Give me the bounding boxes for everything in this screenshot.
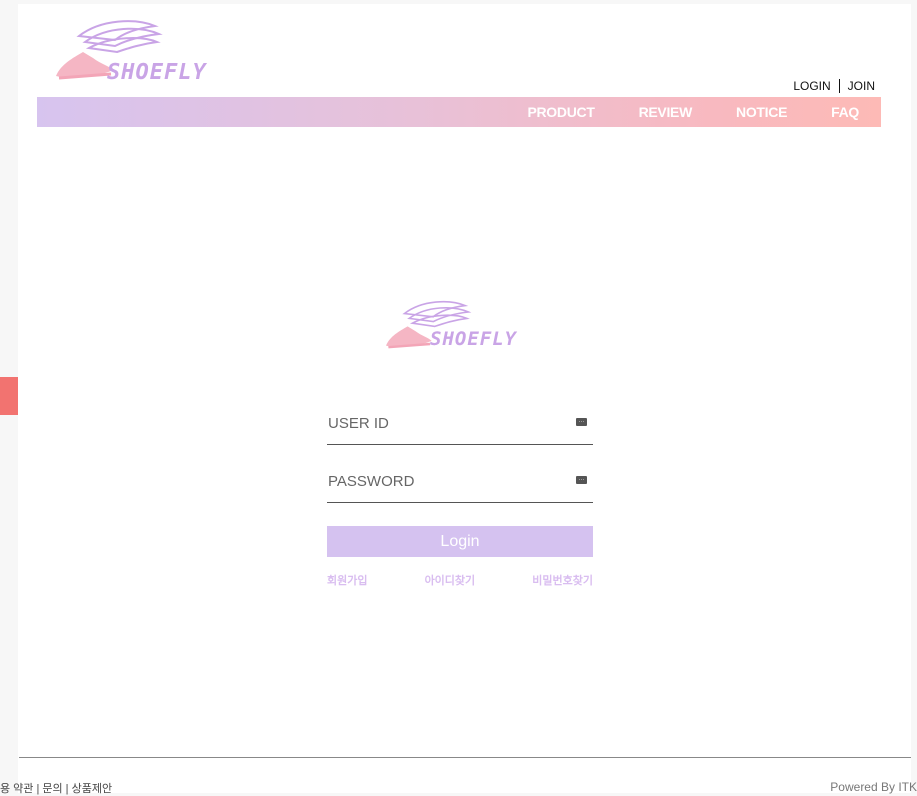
user-id-field[interactable]: USER ID ···: [327, 404, 593, 445]
powered-by: Powered By ITK: [830, 780, 917, 794]
login-button[interactable]: Login: [327, 526, 593, 557]
separator: [838, 79, 840, 93]
login-logo: SHOEFLY: [380, 296, 550, 356]
nav-review[interactable]: REVIEW: [617, 97, 714, 127]
nav-notice[interactable]: NOTICE: [714, 97, 809, 127]
header-logo[interactable]: SHOEFLY: [51, 14, 231, 85]
login-brand-name: SHOEFLY: [430, 328, 518, 350]
password-placeholder: PASSWORD: [328, 473, 415, 490]
nav-product[interactable]: PRODUCT: [505, 97, 616, 127]
join-link[interactable]: JOIN: [848, 79, 875, 93]
account-links: 회원가입 아이디찾기 비밀번호찾기: [327, 572, 593, 588]
keyboard-icon[interactable]: ···: [576, 418, 587, 426]
footer-divider: [19, 757, 911, 758]
keyboard-icon[interactable]: ···: [576, 476, 587, 484]
main-nav: PRODUCT REVIEW NOTICE FAQ: [37, 97, 881, 127]
page: SHOEFLY LOGIN JOIN PRODUCT REVIEW NOTICE…: [18, 4, 911, 793]
login-link[interactable]: LOGIN: [793, 79, 830, 93]
find-id-link[interactable]: 아이디찾기: [425, 572, 476, 588]
top-links: LOGIN JOIN: [793, 79, 875, 93]
user-id-placeholder: USER ID: [328, 415, 389, 432]
nav-faq[interactable]: FAQ: [809, 97, 881, 127]
footer-links[interactable]: 용 약관 | 문의 | 상품제안: [0, 780, 112, 796]
brand-name: SHOEFLY: [107, 60, 207, 85]
password-field[interactable]: PASSWORD ···: [327, 462, 593, 503]
find-password-link[interactable]: 비밀번호찾기: [532, 572, 593, 588]
signup-link[interactable]: 회원가입: [327, 572, 367, 588]
